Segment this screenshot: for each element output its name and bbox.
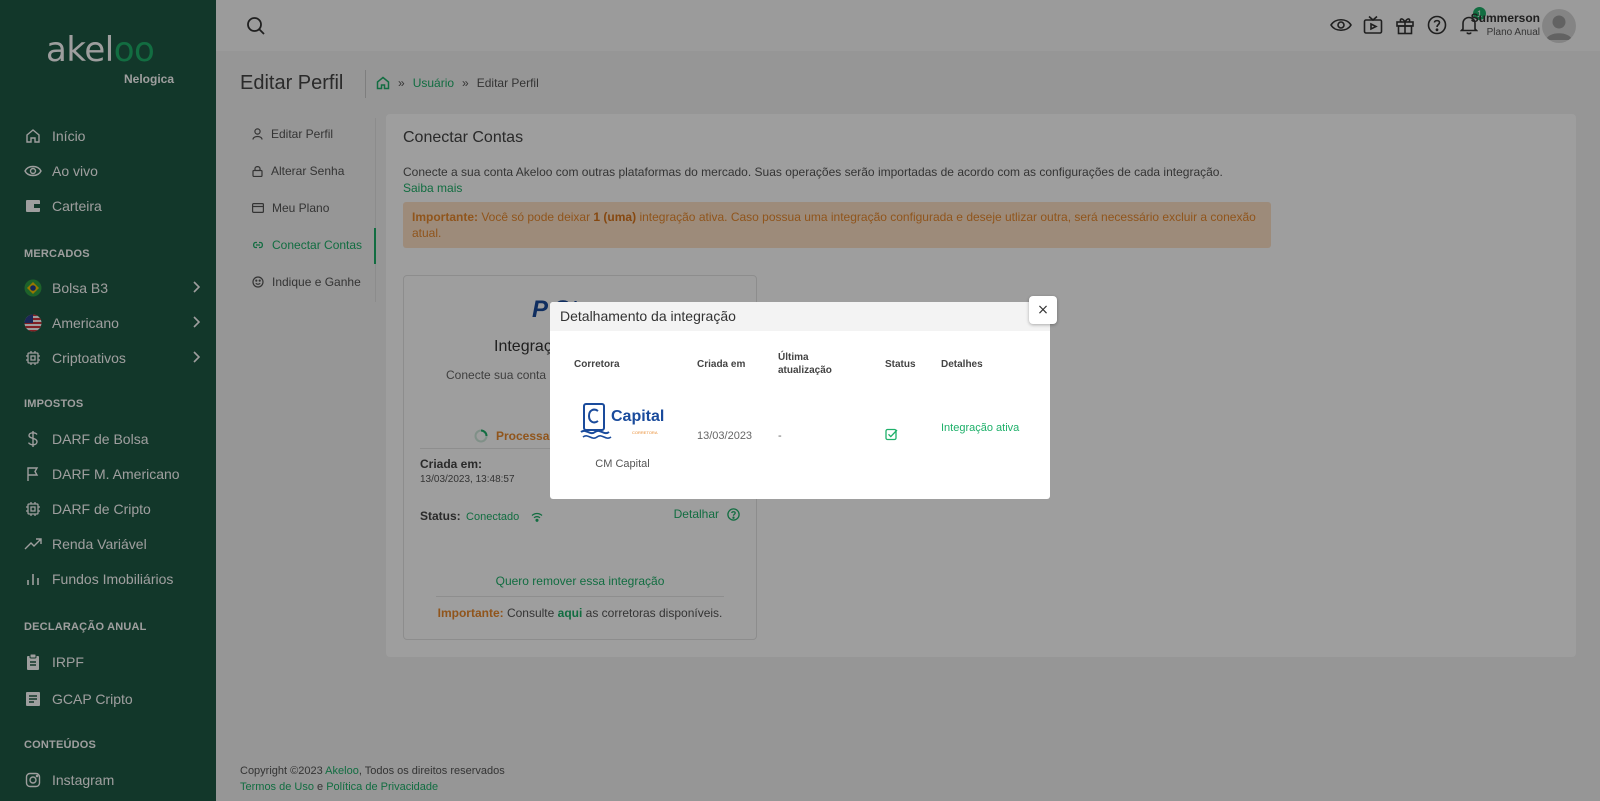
column-header: Detalhes bbox=[941, 359, 983, 370]
modal-title: Detalhamento da integração bbox=[550, 302, 1050, 331]
column-header: Criada em bbox=[697, 359, 746, 370]
column-header: Última atualização bbox=[778, 352, 832, 376]
column-header: Status bbox=[885, 359, 916, 370]
broker-logo-sub: CORRETORA bbox=[632, 430, 658, 435]
last-update: - bbox=[778, 430, 782, 442]
broker-logo: Capital CORRETORA bbox=[580, 402, 664, 442]
close-button[interactable]: × bbox=[1029, 296, 1057, 324]
integration-detail-modal: Detalhamento da integração Corretora Cri… bbox=[550, 302, 1050, 499]
created-date: 13/03/2023 bbox=[697, 430, 753, 442]
integration-status: Integração ativa bbox=[941, 422, 1020, 434]
broker-logo-text: Capital bbox=[611, 408, 665, 425]
column-header: Corretora bbox=[574, 359, 620, 370]
check-square-icon bbox=[885, 428, 898, 441]
broker-name: CM Capital bbox=[595, 458, 650, 470]
